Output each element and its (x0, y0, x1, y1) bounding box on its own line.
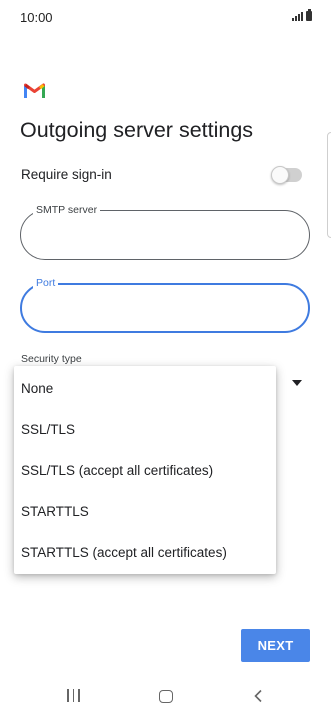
toggle-knob[interactable] (271, 166, 289, 184)
status-icons (292, 9, 312, 21)
port-label: Port (33, 276, 59, 290)
battery-icon (306, 9, 312, 21)
dropdown-arrow-icon[interactable] (292, 380, 302, 386)
require-signin-label: Require sign-in (21, 167, 112, 182)
smtp-server-input[interactable] (37, 223, 287, 247)
menu-item-ssl-tls[interactable]: SSL/TLS (14, 409, 276, 449)
gmail-logo-icon (24, 83, 45, 98)
page-title: Outgoing server settings (20, 118, 254, 142)
security-type-label: Security type (21, 353, 82, 365)
smtp-server-label: SMTP server (33, 203, 101, 217)
scroll-indicator[interactable] (327, 132, 331, 238)
nav-back-icon[interactable] (252, 689, 266, 703)
menu-item-none[interactable]: None (14, 368, 276, 408)
nav-recent-icon[interactable] (67, 689, 80, 702)
menu-item-starttls-accept-all[interactable]: STARTTLS (accept all certificates) (14, 532, 276, 572)
nav-home-icon[interactable] (159, 690, 173, 703)
smtp-server-field[interactable]: SMTP server (20, 203, 310, 260)
signal-icon (292, 11, 303, 21)
require-signin-toggle[interactable] (271, 166, 302, 184)
menu-item-ssl-tls-accept-all[interactable]: SSL/TLS (accept all certificates) (14, 450, 276, 490)
port-input[interactable] (38, 297, 288, 321)
status-time: 10:00 (20, 10, 53, 25)
status-bar: 10:00 (0, 0, 331, 34)
security-type-menu: None SSL/TLS SSL/TLS (accept all certifi… (14, 366, 276, 574)
next-button[interactable]: NEXT (241, 629, 310, 662)
port-field[interactable]: Port (20, 276, 310, 333)
navigation-bar (0, 680, 331, 718)
menu-item-starttls[interactable]: STARTTLS (14, 491, 276, 531)
